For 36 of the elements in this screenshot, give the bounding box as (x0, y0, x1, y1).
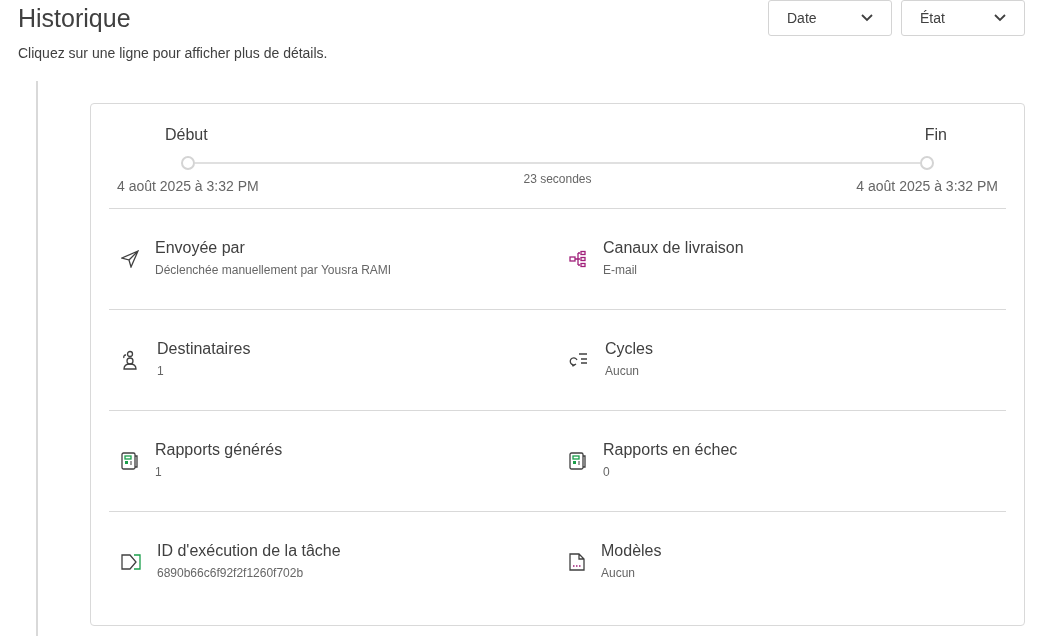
end-point-icon (920, 156, 934, 170)
paper-plane-icon (121, 250, 139, 268)
detail-label: Rapports générés (155, 441, 283, 459)
branch-nodes-icon (569, 250, 587, 268)
detail-value: 1 (157, 364, 165, 378)
detail-value: Déclenchée manuellement par Yousra RAMI (155, 263, 392, 277)
start-label: Début (165, 126, 208, 144)
filter-dropdown[interactable]: État (901, 0, 1025, 36)
detail-value: Aucun (601, 566, 637, 580)
report-icon (569, 452, 587, 470)
detail-label: Envoyée par (155, 239, 246, 257)
page-subtitle: Cliquez sur une ligne pour afficher plus de détails. (18, 45, 328, 61)
chevron-down-icon (861, 14, 873, 22)
filter-dropdown[interactable]: Date (768, 0, 892, 36)
detail-value: 1 (155, 465, 163, 479)
start-point-icon (181, 156, 195, 170)
detail-label: Rapports en échec (603, 441, 738, 459)
detail-label: Canaux de livraison (603, 239, 744, 257)
detail-value: 6890b66c6f92f2f1260f702b (157, 566, 305, 580)
detail-label: Modèles (601, 542, 662, 560)
detail-label: Cycles (605, 340, 653, 358)
end-time: 4 août 2025 à 3:32 PM (856, 178, 998, 194)
document-icon (569, 553, 585, 571)
page-title: Historique (18, 4, 132, 33)
detail-value: E-mail (603, 263, 638, 277)
end-label: Fin (924, 126, 947, 144)
duration-text: 23 secondes (523, 172, 592, 186)
chevron-down-icon (994, 14, 1006, 22)
detail-label: ID d'exécution de la tâche (157, 542, 341, 560)
start-time: 4 août 2025 à 3:32 PM (117, 178, 259, 194)
tag-icon (121, 554, 141, 570)
report-icon (121, 452, 139, 470)
refresh-list-icon (569, 352, 589, 368)
detail-value: 0 (603, 465, 611, 479)
detail-label: Destinataires (157, 340, 251, 358)
detail-value: Aucun (605, 364, 641, 378)
